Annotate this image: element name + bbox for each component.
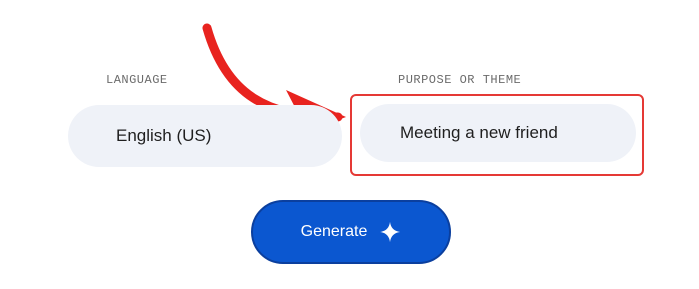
generate-button-label: Generate bbox=[300, 223, 368, 240]
language-label: LANGUAGE bbox=[106, 73, 168, 87]
purpose-value: Meeting a new friend bbox=[400, 123, 558, 142]
purpose-select[interactable]: Meeting a new friend bbox=[360, 104, 636, 162]
language-select[interactable]: English (US) bbox=[68, 105, 342, 167]
generate-button[interactable]: Generate bbox=[251, 200, 451, 264]
purpose-label: PURPOSE OR THEME bbox=[398, 73, 522, 87]
language-value: English (US) bbox=[116, 126, 212, 145]
sparkle-icon bbox=[380, 221, 401, 243]
